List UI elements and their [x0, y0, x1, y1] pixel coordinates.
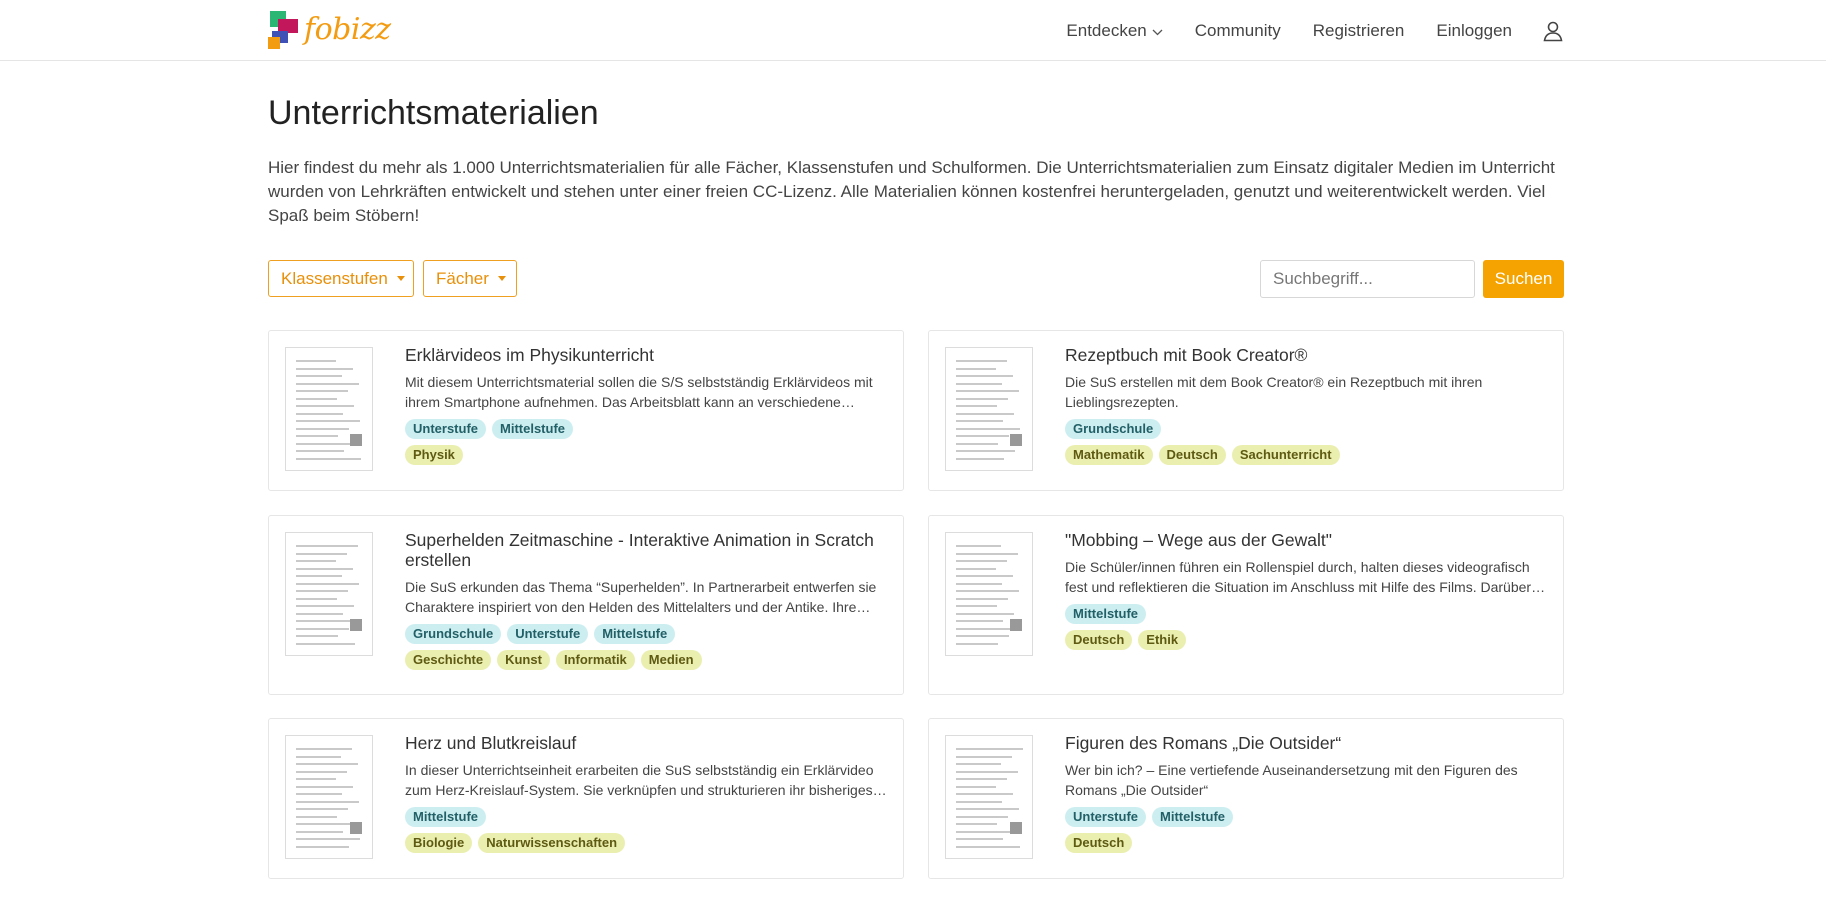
level-tag[interactable]: Unterstufe [405, 419, 487, 439]
material-card[interactable]: Erklärvideos im Physikunterricht Mit dies… [268, 330, 904, 491]
level-tags: Mittelstufe [1065, 604, 1549, 624]
subject-tag[interactable]: Medien [640, 650, 702, 670]
chevron-down-icon [1152, 21, 1163, 41]
level-tag[interactable]: Grundschule [1065, 419, 1162, 439]
search-input[interactable] [1260, 260, 1475, 298]
level-tag[interactable]: Unterstufe [1065, 807, 1147, 827]
nav-item-label: Entdecken [1066, 20, 1147, 40]
card-description: Die Schüler/innen führen ein Rollenspiel… [1065, 559, 1532, 595]
subjects-filter-dropdown[interactable]: Fächer [423, 260, 517, 297]
card-body: "Mobbing – Wege aus der Gewalt" Die Schül… [1065, 530, 1549, 650]
level-tags: Unterstufe Mittelstufe [1065, 807, 1549, 827]
level-tags: Unterstufe Mittelstufe [405, 419, 889, 439]
card-body: Erklärvideos im Physikunterricht Mit dies… [405, 345, 889, 465]
subject-tag[interactable]: Geschichte [405, 650, 492, 670]
subject-tag[interactable]: Mathematik [1065, 445, 1153, 465]
worksheet-thumbnail [285, 532, 373, 656]
logo-text: fobizz [304, 11, 391, 47]
nav-item-einloggen[interactable]: Einloggen [1436, 21, 1512, 41]
top-navbar: fobizz Entdecken Community Registrieren … [0, 0, 1826, 61]
card-title[interactable]: Superhelden Zeitmaschine - Interaktive A… [405, 530, 889, 570]
user-icon[interactable] [1542, 20, 1564, 42]
level-tags: Grundschule [1065, 419, 1549, 439]
card-title[interactable]: Rezeptbuch mit Book Creator® [1065, 345, 1549, 365]
card-body: Herz und Blutkreislauf In dieser Unterric… [405, 733, 889, 853]
card-description: Mit diesem Unterrichtsmaterial sollen di… [405, 374, 873, 410]
main-nav: Entdecken Community Registrieren Einlogg… [1034, 0, 1564, 61]
subject-tag[interactable]: Sachunterricht [1231, 445, 1340, 465]
worksheet-thumbnail [285, 735, 373, 859]
card-title[interactable]: "Mobbing – Wege aus der Gewalt" [1065, 530, 1549, 550]
subject-tags: Physik [405, 445, 889, 465]
fobizz-logo[interactable]: fobizz [268, 7, 391, 51]
nav-item-community[interactable]: Community [1195, 21, 1281, 41]
subject-tags: Deutsch Ethik [1065, 630, 1549, 650]
caret-down-icon [396, 276, 405, 281]
level-tag[interactable]: Mittelstufe [1152, 807, 1234, 827]
card-body: Rezeptbuch mit Book Creator® Die SuS erst… [1065, 345, 1549, 465]
grades-filter-dropdown[interactable]: Klassenstufen [268, 260, 414, 297]
level-tags: Mittelstufe [405, 807, 889, 827]
card-title[interactable]: Herz und Blutkreislauf [405, 733, 889, 753]
subject-tag[interactable]: Informatik [555, 650, 635, 670]
subject-tags: Geschichte Kunst Informatik Medien [405, 650, 889, 670]
card-title[interactable]: Figuren des Romans „Die Outsider“ [1065, 733, 1549, 753]
page-title: Unterrichtsmaterialien [268, 94, 599, 132]
subject-tag[interactable]: Kunst [497, 650, 550, 670]
subject-tag[interactable]: Ethik [1138, 630, 1187, 650]
search-button[interactable]: Suchen [1483, 260, 1564, 298]
subject-tag[interactable]: Naturwissenschaften [478, 833, 626, 853]
level-tag[interactable]: Grundschule [405, 624, 502, 644]
subject-tag[interactable]: Deutsch [1065, 833, 1133, 853]
level-tag[interactable]: Mittelstufe [405, 807, 486, 827]
worksheet-thumbnail [945, 532, 1033, 656]
nav-item-entdecken[interactable]: Entdecken [1066, 20, 1163, 41]
subject-tag[interactable]: Biologie [405, 833, 473, 853]
level-tag[interactable]: Mittelstufe [492, 419, 574, 439]
card-description: Die SuS erstellen mit dem Book Creator® … [1065, 374, 1483, 410]
grades-filter-label: Klassenstufen [281, 268, 388, 288]
material-card[interactable]: Herz und Blutkreislauf In dieser Unterric… [268, 718, 904, 879]
worksheet-thumbnail [945, 347, 1033, 471]
worksheet-thumbnail [945, 735, 1033, 859]
subject-tag[interactable]: Deutsch [1065, 630, 1133, 650]
intro-text: Hier findest du mehr als 1.000 Unterrich… [268, 158, 1555, 225]
caret-down-icon [497, 276, 506, 281]
material-card[interactable]: "Mobbing – Wege aus der Gewalt" Die Schül… [928, 515, 1564, 695]
level-tags: Grundschule Unterstufe Mittelstufe [405, 624, 889, 644]
card-description: Die SuS erkunden das Thema “Superhelden”… [405, 579, 877, 615]
subjects-filter-label: Fächer [436, 268, 489, 288]
subject-tag[interactable]: Deutsch [1158, 445, 1226, 465]
subject-tags: Deutsch [1065, 833, 1549, 853]
card-description: Wer bin ich? – Eine vertiefende Auseinan… [1065, 762, 1518, 798]
subject-tag[interactable]: Physik [405, 445, 463, 465]
material-card[interactable]: Figuren des Romans „Die Outsider“ Wer bin… [928, 718, 1564, 879]
nav-item-registrieren[interactable]: Registrieren [1313, 21, 1405, 41]
level-tag[interactable]: Mittelstufe [1065, 604, 1146, 624]
card-title[interactable]: Erklärvideos im Physikunterricht [405, 345, 889, 365]
card-body: Figuren des Romans „Die Outsider“ Wer bin… [1065, 733, 1549, 853]
card-body: Superhelden Zeitmaschine - Interaktive A… [405, 530, 889, 670]
logo-mark-icon [268, 9, 302, 49]
card-description: In dieser Unterrichtseinheit erarbeiten … [405, 762, 874, 798]
worksheet-thumbnail [285, 347, 373, 471]
subject-tags: Biologie Naturwissenschaften [405, 833, 889, 853]
material-card[interactable]: Superhelden Zeitmaschine - Interaktive A… [268, 515, 904, 695]
level-tag[interactable]: Mittelstufe [594, 624, 676, 644]
level-tag[interactable]: Unterstufe [507, 624, 589, 644]
subject-tags: Mathematik Deutsch Sachunterricht [1065, 445, 1549, 465]
material-card[interactable]: Rezeptbuch mit Book Creator® Die SuS erst… [928, 330, 1564, 491]
